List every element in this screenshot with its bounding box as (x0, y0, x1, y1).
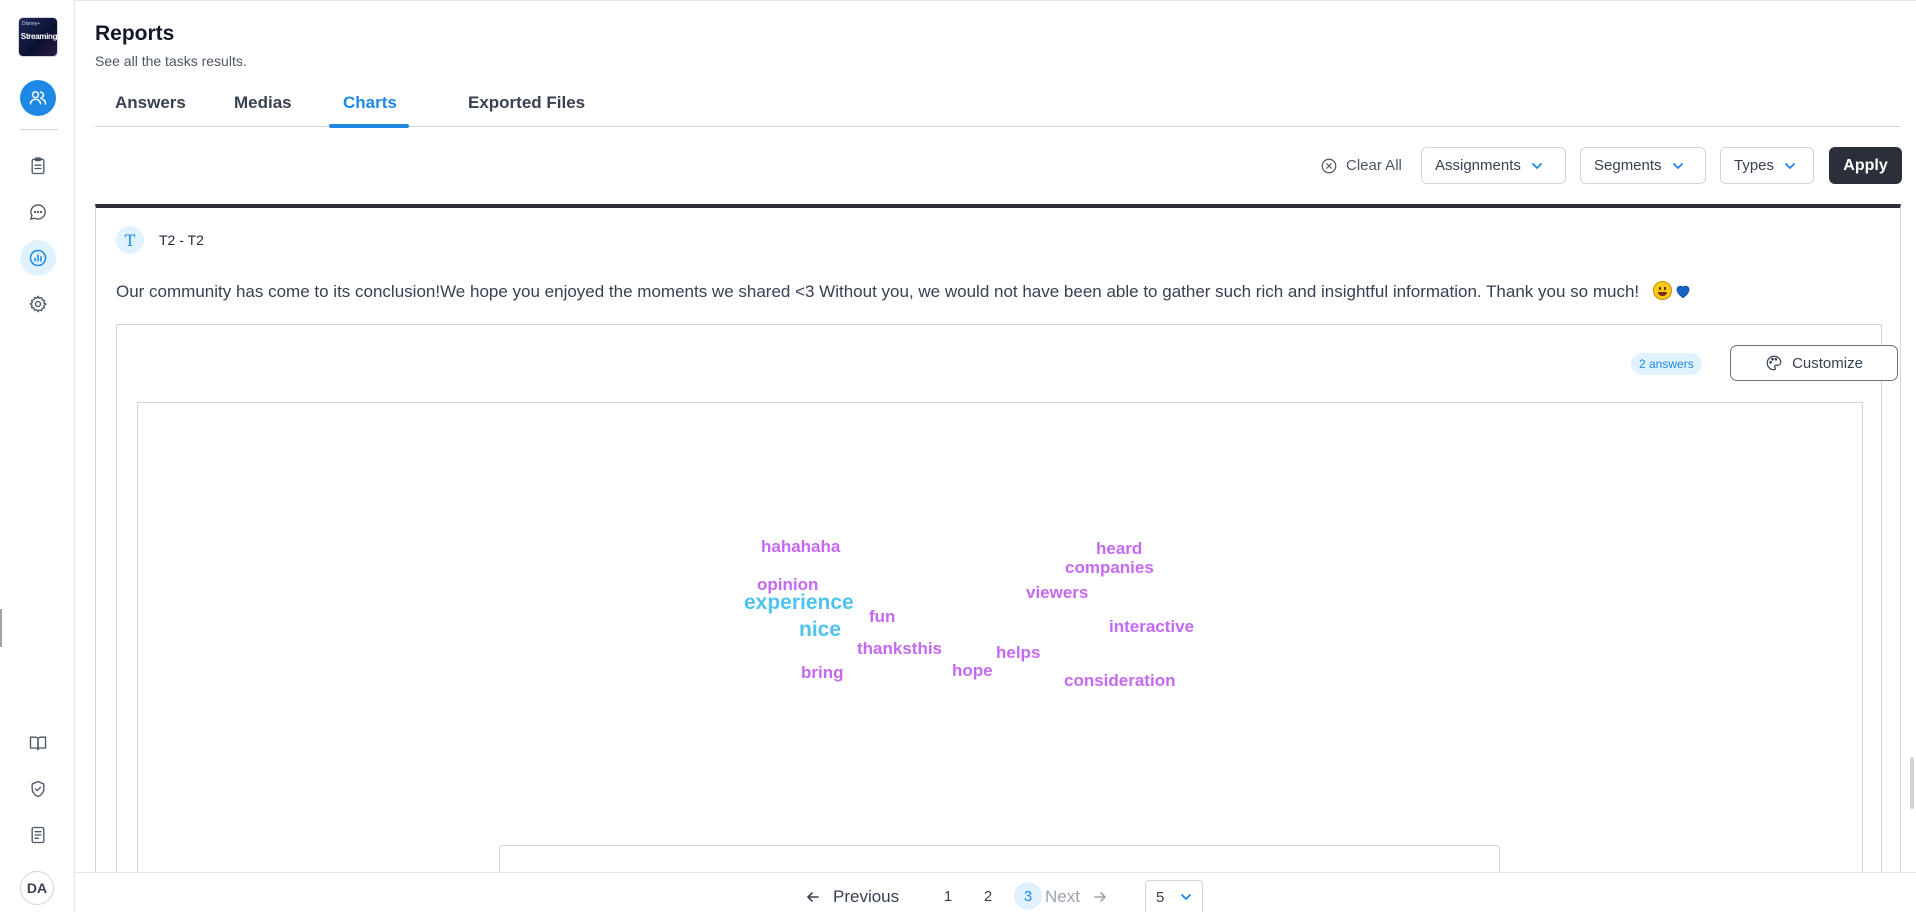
arrow-left-icon (806, 892, 819, 902)
logo-small-text: Disney+ (22, 21, 41, 27)
page-1-button[interactable]: 1 (934, 882, 962, 910)
previous-page-button[interactable]: Previous (805, 887, 899, 907)
page-size-value: 5 (1156, 888, 1165, 906)
word-cloud-word: nice (799, 618, 842, 641)
page-subtitle: See all the tasks results. (95, 53, 247, 69)
chevron-down-icon (1531, 162, 1542, 169)
customize-button[interactable]: Customize (1730, 345, 1898, 381)
sidebar-item-documents[interactable] (20, 817, 56, 853)
tab-charts[interactable]: Charts (343, 93, 397, 113)
clear-all-label: Clear All (1346, 157, 1402, 174)
sidebar-item-users[interactable] (20, 80, 56, 116)
sidebar-item-reports[interactable] (20, 240, 56, 276)
chart-container: 2 answers Customize hahahaha heard compa… (116, 324, 1898, 912)
grinning-emoji-icon (1653, 281, 1673, 300)
page-2-button[interactable]: 2 (974, 882, 1002, 910)
close-circle-icon (1321, 158, 1337, 173)
scrollbar-thumb[interactable] (1910, 757, 1914, 809)
chat-icon (29, 204, 46, 221)
task-card: T T2 - T2 Our community has come to its … (95, 204, 1901, 912)
tab-answers[interactable]: Answers (115, 93, 186, 113)
active-tab-indicator (329, 124, 409, 128)
logo-text: Streaming (20, 32, 58, 41)
clear-all-button[interactable]: Clear All (1320, 147, 1402, 184)
document-icon (31, 826, 45, 844)
word-cloud-word: experience (744, 591, 854, 614)
sidebar-divider (20, 129, 58, 130)
blue-heart-icon (1676, 285, 1690, 299)
sidebar-item-guide[interactable] (20, 725, 56, 761)
word-cloud-table (499, 845, 1500, 875)
tabs: Answers Medias Charts Exported Files (95, 85, 1901, 128)
sidebar-item-tasks[interactable] (20, 148, 56, 184)
main-content: Reports See all the tasks results. Answe… (75, 0, 1916, 912)
apply-button[interactable]: Apply (1829, 147, 1902, 184)
tab-exported-files[interactable]: Exported Files (468, 93, 585, 113)
gear-icon (29, 295, 48, 313)
assignments-label: Assignments (1435, 157, 1521, 174)
segments-dropdown[interactable]: Segments (1580, 147, 1706, 184)
sidebar: Disney+ Streaming DA (0, 0, 75, 912)
sidebar-item-chat[interactable] (20, 194, 56, 230)
segments-label: Segments (1594, 157, 1662, 174)
users-icon (29, 91, 47, 105)
app: Disney+ Streaming DA Reports See all the… (0, 0, 1916, 912)
previous-label: Previous (833, 887, 900, 906)
chevron-down-icon (1672, 162, 1683, 169)
chevron-down-icon (1785, 162, 1795, 169)
next-label: Next (1045, 887, 1080, 906)
avatar[interactable]: DA (20, 871, 54, 905)
shield-check-icon (31, 780, 45, 798)
sidebar-indicator (0, 609, 2, 647)
page-size-select[interactable]: 5 (1145, 880, 1203, 912)
word-cloud-word: consideration (1064, 671, 1176, 690)
arrow-right-icon (1094, 892, 1107, 902)
task-description-text: Our community has come to its conclusion… (116, 282, 1640, 301)
book-icon (29, 736, 47, 751)
assignments-dropdown[interactable]: Assignments (1421, 147, 1566, 184)
task-description: Our community has come to its conclusion… (116, 281, 1692, 302)
types-dropdown[interactable]: Types (1720, 147, 1814, 184)
word-cloud-word: helps (996, 643, 1041, 662)
word-cloud-word: heard (1096, 539, 1143, 558)
reports-icon (29, 249, 47, 267)
word-cloud-word: interactive (1109, 617, 1195, 636)
sidebar-item-settings[interactable] (20, 286, 56, 322)
clipboard-icon (31, 157, 45, 175)
answers-count-badge: 2 answers (1631, 353, 1702, 375)
types-label: Types (1734, 157, 1775, 174)
app-logo[interactable]: Disney+ Streaming (18, 17, 58, 57)
word-cloud-word: companies (1065, 558, 1154, 577)
pagination: Previous 1 2 3 Next 5 (75, 872, 1916, 912)
word-cloud-word: hope (952, 661, 993, 680)
palette-icon (1766, 355, 1782, 371)
word-cloud: hahahaha heard companies opinion experie… (137, 402, 1863, 912)
task-label: T2 - T2 (159, 232, 204, 248)
next-page-button[interactable]: Next (1045, 887, 1108, 907)
customize-label: Customize (1792, 354, 1863, 372)
word-cloud-word: thanksthis (857, 639, 943, 658)
tab-medias[interactable]: Medias (234, 93, 292, 113)
word-cloud-word: fun (869, 607, 896, 626)
text-task-icon: T (116, 226, 144, 254)
page-3-button[interactable]: 3 (1014, 882, 1042, 910)
chevron-down-icon (1181, 894, 1191, 901)
top-divider (75, 0, 1916, 1)
word-cloud-word: viewers (1026, 583, 1089, 602)
word-cloud-word: hahahaha (761, 537, 841, 556)
sidebar-item-security[interactable] (20, 771, 56, 807)
word-cloud-word: bring (801, 663, 844, 682)
page-title: Reports (95, 22, 175, 45)
